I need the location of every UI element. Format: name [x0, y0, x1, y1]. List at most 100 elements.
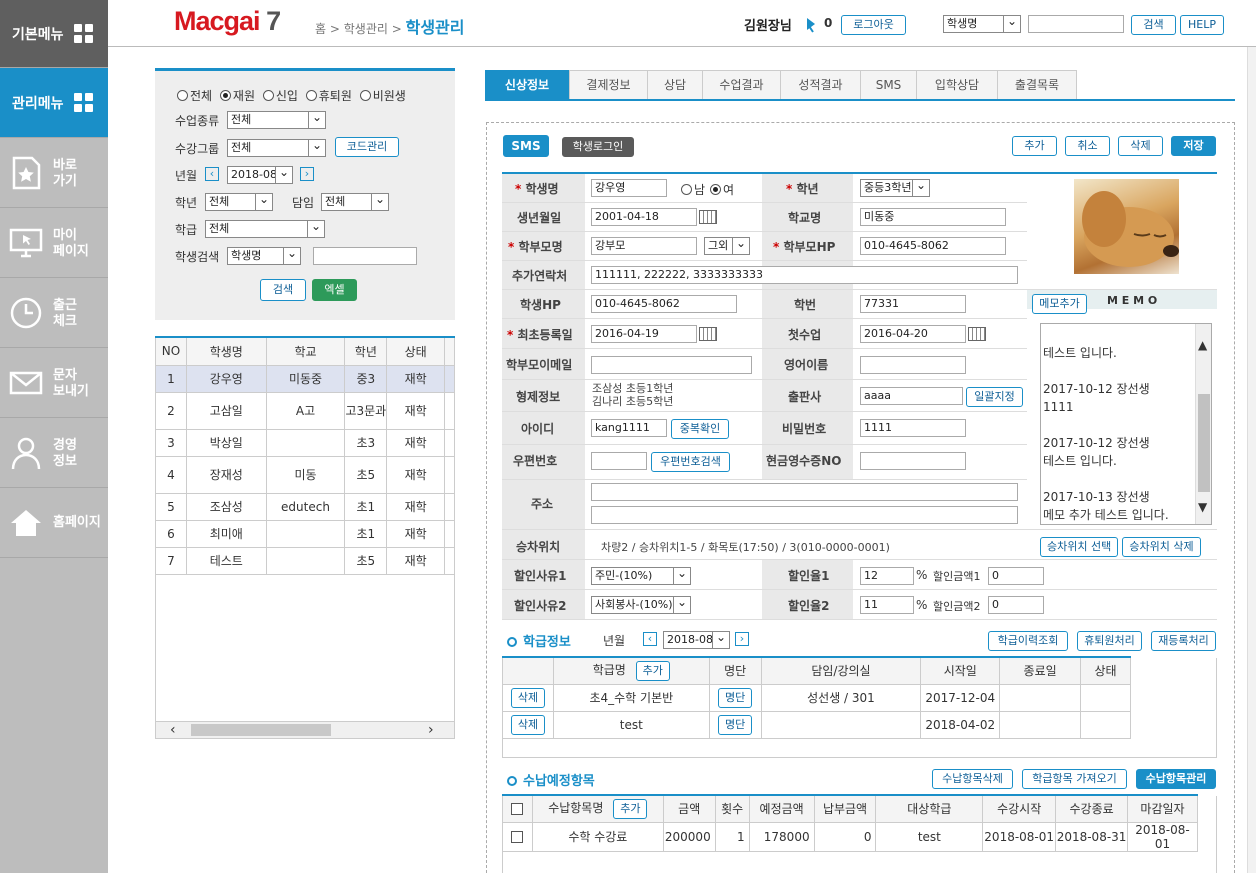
sidebar-item-sms[interactable]: 문자 보내기	[0, 348, 108, 418]
extra-contact-input[interactable]: 111111, 222222, 3333333333	[591, 266, 1018, 284]
sms-button[interactable]: SMS	[503, 135, 549, 157]
roster-button[interactable]: 명단	[718, 687, 753, 708]
status-radio-new[interactable]: 신입	[262, 89, 298, 103]
breadcrumb-home[interactable]: 홈 >	[315, 22, 340, 36]
filter-search-button[interactable]: 검색	[260, 279, 306, 301]
sidebar-item-attendance[interactable]: 출근 체크	[0, 278, 108, 348]
class-type-select[interactable]: 전체	[227, 111, 326, 129]
tab-admission[interactable]: 입학상담	[916, 70, 998, 100]
grade-select[interactable]: 전체	[205, 193, 273, 211]
calendar-icon[interactable]	[699, 327, 717, 341]
discount-reason-1-select[interactable]: 주민-(10%)	[591, 567, 691, 585]
header-search-button[interactable]: 검색	[1131, 15, 1176, 35]
next-month-icon[interactable]: ›	[300, 167, 314, 181]
menu-basic[interactable]: 기본메뉴	[0, 0, 108, 68]
class-select[interactable]: 전체	[205, 220, 325, 238]
scroll-thumb[interactable]	[191, 724, 331, 736]
cancel-button[interactable]: 취소	[1065, 136, 1110, 156]
parent-hp-input[interactable]: 010-4645-8062	[860, 237, 1006, 255]
prev-month-icon[interactable]: ‹	[643, 632, 657, 646]
tab-class-result[interactable]: 수업결과	[702, 70, 781, 100]
bus-delete-button[interactable]: 승차위치 삭제	[1122, 537, 1201, 557]
discount-rate-1-input[interactable]: 12	[860, 567, 914, 585]
status-radio-enrolled[interactable]: 재원	[219, 89, 255, 103]
prev-month-icon[interactable]: ‹	[205, 167, 219, 181]
tab-sms[interactable]: SMS	[860, 70, 917, 100]
month-select[interactable]: 2018-08	[227, 166, 293, 184]
cash-receipt-input[interactable]	[860, 452, 966, 470]
dup-check-button[interactable]: 중복확인	[671, 419, 729, 439]
tab-payment[interactable]: 결제정보	[569, 70, 648, 100]
table-row[interactable]: 4 장재성 미동 초5 재학	[155, 455, 455, 494]
import-class-items-button[interactable]: 학급항목 가져오기	[1022, 769, 1127, 789]
scroll-right-icon[interactable]: ›	[428, 722, 434, 738]
header-search-input[interactable]	[1028, 15, 1124, 33]
address-input-1[interactable]	[591, 483, 1018, 501]
student-no-input[interactable]: 77331	[860, 295, 966, 313]
row-checkbox[interactable]	[511, 831, 524, 843]
withdraw-button[interactable]: 휴퇴원처리	[1077, 631, 1142, 651]
reg-date-input[interactable]: 2016-04-19	[591, 325, 697, 343]
discount-amount-1-input[interactable]: 0	[988, 567, 1044, 585]
class-add-button[interactable]: 추가	[635, 660, 670, 681]
sidebar-item-shortcut[interactable]: 바로 가기	[0, 138, 108, 208]
class-month-select[interactable]: 2018-08	[663, 631, 730, 649]
tab-profile[interactable]: 신상정보	[485, 70, 569, 100]
id-input[interactable]: kang1111	[591, 419, 667, 437]
help-button[interactable]: HELP	[1180, 15, 1224, 35]
next-month-icon[interactable]: ›	[735, 632, 749, 646]
password-input[interactable]: 1111	[860, 419, 966, 437]
student-search-input[interactable]	[313, 247, 417, 265]
zip-input[interactable]	[591, 452, 647, 470]
excel-button[interactable]: 엑셀	[312, 279, 357, 301]
status-radio-nonmember[interactable]: 비원생	[359, 89, 406, 103]
payment-delete-button[interactable]: 수납항목삭제	[932, 769, 1013, 789]
teacher-select[interactable]: 전체	[321, 193, 389, 211]
group-select[interactable]: 전체	[227, 139, 326, 157]
email-input[interactable]	[591, 356, 752, 374]
parent-input[interactable]: 강부모	[591, 237, 697, 255]
table-row[interactable]: 2 고삼일 A고 고3문과 재학	[155, 391, 455, 430]
sidebar-item-business[interactable]: 경영 정보	[0, 418, 108, 488]
message-icon[interactable]	[804, 16, 818, 34]
class-history-button[interactable]: 학급이력조회	[988, 631, 1068, 651]
gender-radio-female[interactable]: 여	[710, 181, 734, 198]
batch-assign-button[interactable]: 일괄지정	[966, 387, 1023, 407]
class-delete-button[interactable]: 삭제	[510, 687, 546, 708]
save-button[interactable]: 저장	[1171, 136, 1216, 156]
menu-manage[interactable]: 관리메뉴	[0, 68, 108, 138]
name-input[interactable]: 강우영	[591, 179, 667, 197]
zip-search-button[interactable]: 우편번호검색	[651, 452, 730, 472]
class-delete-button[interactable]: 삭제	[510, 714, 546, 735]
calendar-icon[interactable]	[699, 210, 717, 224]
birth-input[interactable]: 2001-04-18	[591, 208, 697, 226]
logout-button[interactable]: 로그아웃	[841, 15, 906, 35]
list-horizontal-scrollbar[interactable]: ‹ ›	[155, 721, 455, 739]
payment-manage-button[interactable]: 수납항목관리	[1136, 769, 1216, 789]
first-class-input[interactable]: 2016-04-20	[860, 325, 966, 343]
table-row[interactable]: 5 조삼성 edutech 초1 재학	[155, 492, 455, 521]
discount-amount-2-input[interactable]: 0	[988, 596, 1044, 614]
english-name-input[interactable]	[860, 356, 966, 374]
table-row[interactable]: 1 강우영 미동중 중3 재학	[155, 364, 455, 393]
table-row[interactable]: 3 박상일 초3 재학	[155, 428, 455, 457]
tab-counsel[interactable]: 상담	[647, 70, 703, 100]
address-input-2[interactable]	[591, 506, 1018, 524]
memo-add-button[interactable]: 메모추가	[1032, 294, 1087, 314]
table-row[interactable]: 7 테스트 초5 재학	[155, 546, 455, 575]
table-row[interactable]: 6 최미애 초1 재학	[155, 519, 455, 548]
grade-select[interactable]: 중등3학년	[860, 179, 930, 197]
discount-reason-2-select[interactable]: 사회봉사-(10%)	[591, 596, 691, 614]
tab-attendance[interactable]: 출결목록	[997, 70, 1077, 100]
roster-button[interactable]: 명단	[718, 714, 753, 735]
sidebar-item-mypage[interactable]: 마이 페이지	[0, 208, 108, 278]
scroll-down-icon[interactable]: ▼	[1198, 498, 1207, 516]
breadcrumb-manage[interactable]: 학생관리 >	[344, 22, 402, 36]
sidebar-item-homepage[interactable]: 홈페이지	[0, 488, 108, 558]
status-radio-leave[interactable]: 휴퇴원	[305, 89, 352, 103]
select-all-checkbox[interactable]	[511, 803, 524, 816]
delete-button[interactable]: 삭제	[1118, 136, 1163, 156]
page-scrollbar[interactable]	[1247, 47, 1256, 873]
student-search-type[interactable]: 학생명	[227, 247, 301, 265]
payment-add-button[interactable]: 추가	[613, 798, 648, 819]
